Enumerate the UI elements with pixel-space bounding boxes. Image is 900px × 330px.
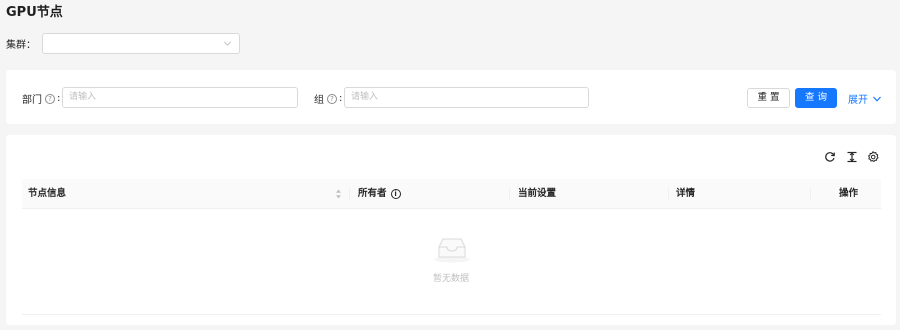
cluster-label: 集群： <box>6 40 36 51</box>
table-panel: 节点信息 所有者 i 当前设置 详情 操作 暂无数据 <box>6 135 896 325</box>
column-header-actions: 操作 <box>839 188 859 199</box>
group-label: 组 ? : <box>314 93 343 106</box>
column-height-icon[interactable] <box>846 151 858 163</box>
page-title: GPU节点 <box>6 5 63 20</box>
reload-icon[interactable] <box>824 151 836 163</box>
chevron-down-icon <box>873 96 881 102</box>
column-divider <box>810 187 811 201</box>
expand-button[interactable]: 展开 <box>848 91 882 106</box>
query-button[interactable]: 查 询 <box>795 88 837 108</box>
filter-panel: 部门 ? : 请输入 组 ? : 请输入 重 置 查 询 展开 <box>6 70 896 124</box>
table-bottom-divider <box>22 314 881 315</box>
column-header-details: 详情 <box>676 188 696 199</box>
column-divider <box>349 187 350 201</box>
column-divider <box>668 187 669 201</box>
table-header: 节点信息 所有者 i 当前设置 详情 操作 <box>22 179 881 209</box>
chevron-down-icon <box>224 41 231 46</box>
cluster-select[interactable] <box>42 33 240 54</box>
help-icon[interactable]: ? <box>45 93 55 104</box>
department-input[interactable]: 请输入 <box>62 87 298 108</box>
column-header-node-info[interactable]: 节点信息 <box>28 179 66 209</box>
help-icon[interactable]: ? <box>327 93 337 104</box>
group-input[interactable]: 请输入 <box>344 87 589 108</box>
sort-icon[interactable] <box>335 189 342 199</box>
reset-button[interactable]: 重 置 <box>747 88 790 108</box>
info-icon[interactable]: i <box>390 189 401 199</box>
setting-icon[interactable] <box>867 151 879 163</box>
column-header-current-settings: 当前设置 <box>518 188 557 199</box>
column-header-owner: 所有者 i <box>358 179 403 209</box>
department-label: 部门 ? : <box>22 93 61 106</box>
empty-inbox-icon <box>434 238 470 263</box>
empty-state-text: 暂无数据 <box>432 274 469 284</box>
column-divider <box>509 187 510 201</box>
cluster-selector: 集群： <box>6 33 240 54</box>
